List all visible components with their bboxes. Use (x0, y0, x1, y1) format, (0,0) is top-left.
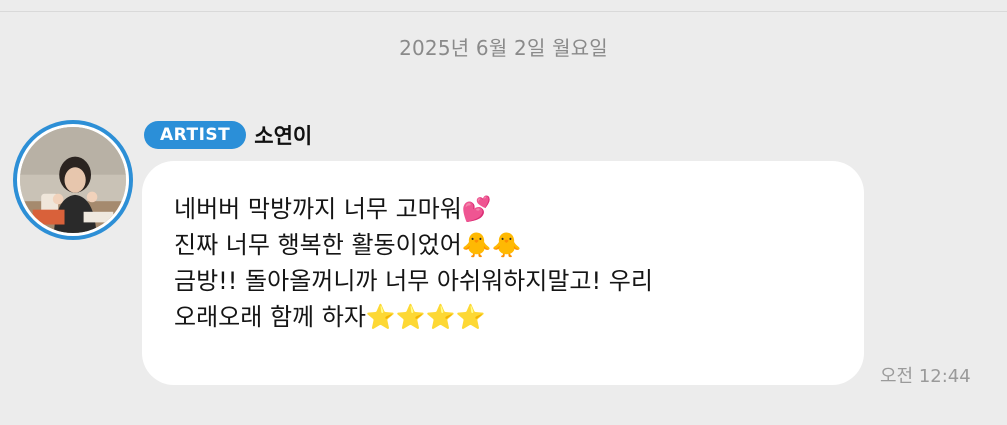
sender-name[interactable]: 소연이 (254, 120, 312, 150)
avatar[interactable] (13, 120, 133, 240)
message-line: 진짜 너무 행복한 활동이었어🐥🐥 (174, 231, 522, 259)
message-timestamp: 오전 12:44 (880, 366, 971, 387)
sender-header: ARTIST 소연이 (144, 120, 312, 150)
message-line: 오래오래 함께 하자⭐⭐⭐⭐ (174, 303, 486, 331)
message-bubble[interactable]: 네버버 막방까지 너무 고마워💕 진짜 너무 행복한 활동이었어🐥🐥 금방!! … (142, 161, 864, 385)
divider-line (0, 11, 1007, 12)
date-divider: 2025년 6월 2일 월요일 (399, 36, 608, 60)
message-line: 금방!! 돌아올꺼니까 너무 아쉬워하지말고! 우리 (174, 267, 653, 295)
message-line: 네버버 막방까지 너무 고마워💕 (174, 195, 492, 223)
chat-screen: 2025년 6월 2일 월요일 ARTIST 소연이 네버버 막방까지 너무 고… (0, 0, 1007, 425)
avatar-photo (17, 124, 129, 236)
artist-badge: ARTIST (144, 121, 247, 149)
